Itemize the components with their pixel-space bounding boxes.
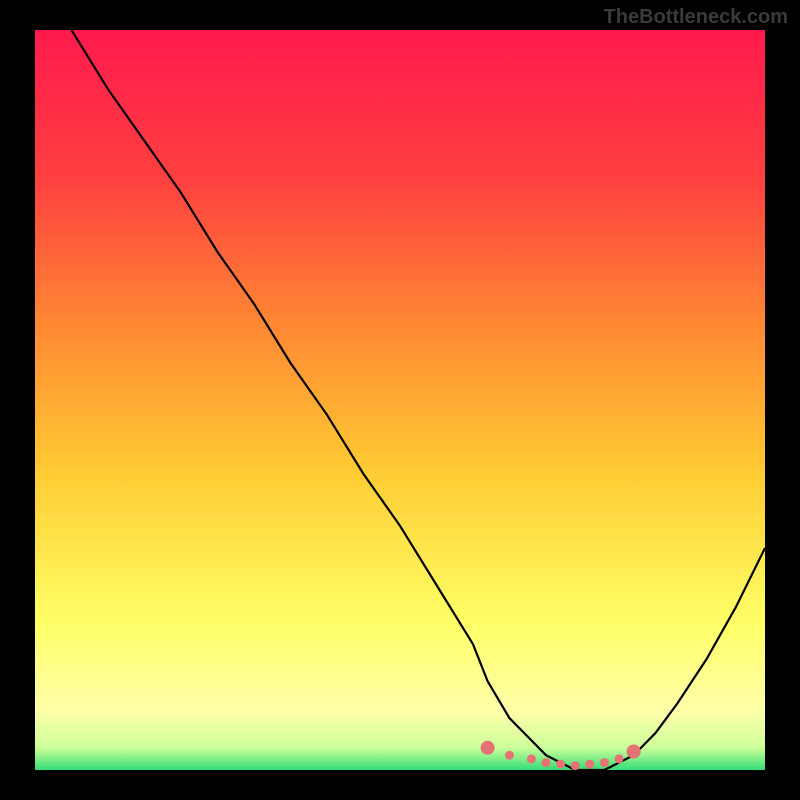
optimal-dot bbox=[571, 761, 580, 770]
chart-container: TheBottleneck.com bbox=[0, 0, 800, 800]
optimal-dot bbox=[505, 751, 514, 760]
optimal-dot bbox=[615, 754, 624, 763]
watermark-text: TheBottleneck.com bbox=[604, 6, 788, 29]
optimal-dot bbox=[585, 760, 594, 769]
optimal-dot bbox=[481, 741, 495, 755]
optimal-dot bbox=[527, 754, 536, 763]
curve-svg bbox=[35, 30, 765, 770]
optimal-range-dots bbox=[481, 741, 641, 770]
optimal-dot bbox=[600, 758, 609, 767]
optimal-dot bbox=[556, 760, 565, 769]
optimal-dot bbox=[542, 758, 551, 767]
plot-area bbox=[35, 30, 765, 770]
optimal-dot bbox=[627, 745, 641, 759]
bottleneck-curve bbox=[72, 30, 766, 770]
